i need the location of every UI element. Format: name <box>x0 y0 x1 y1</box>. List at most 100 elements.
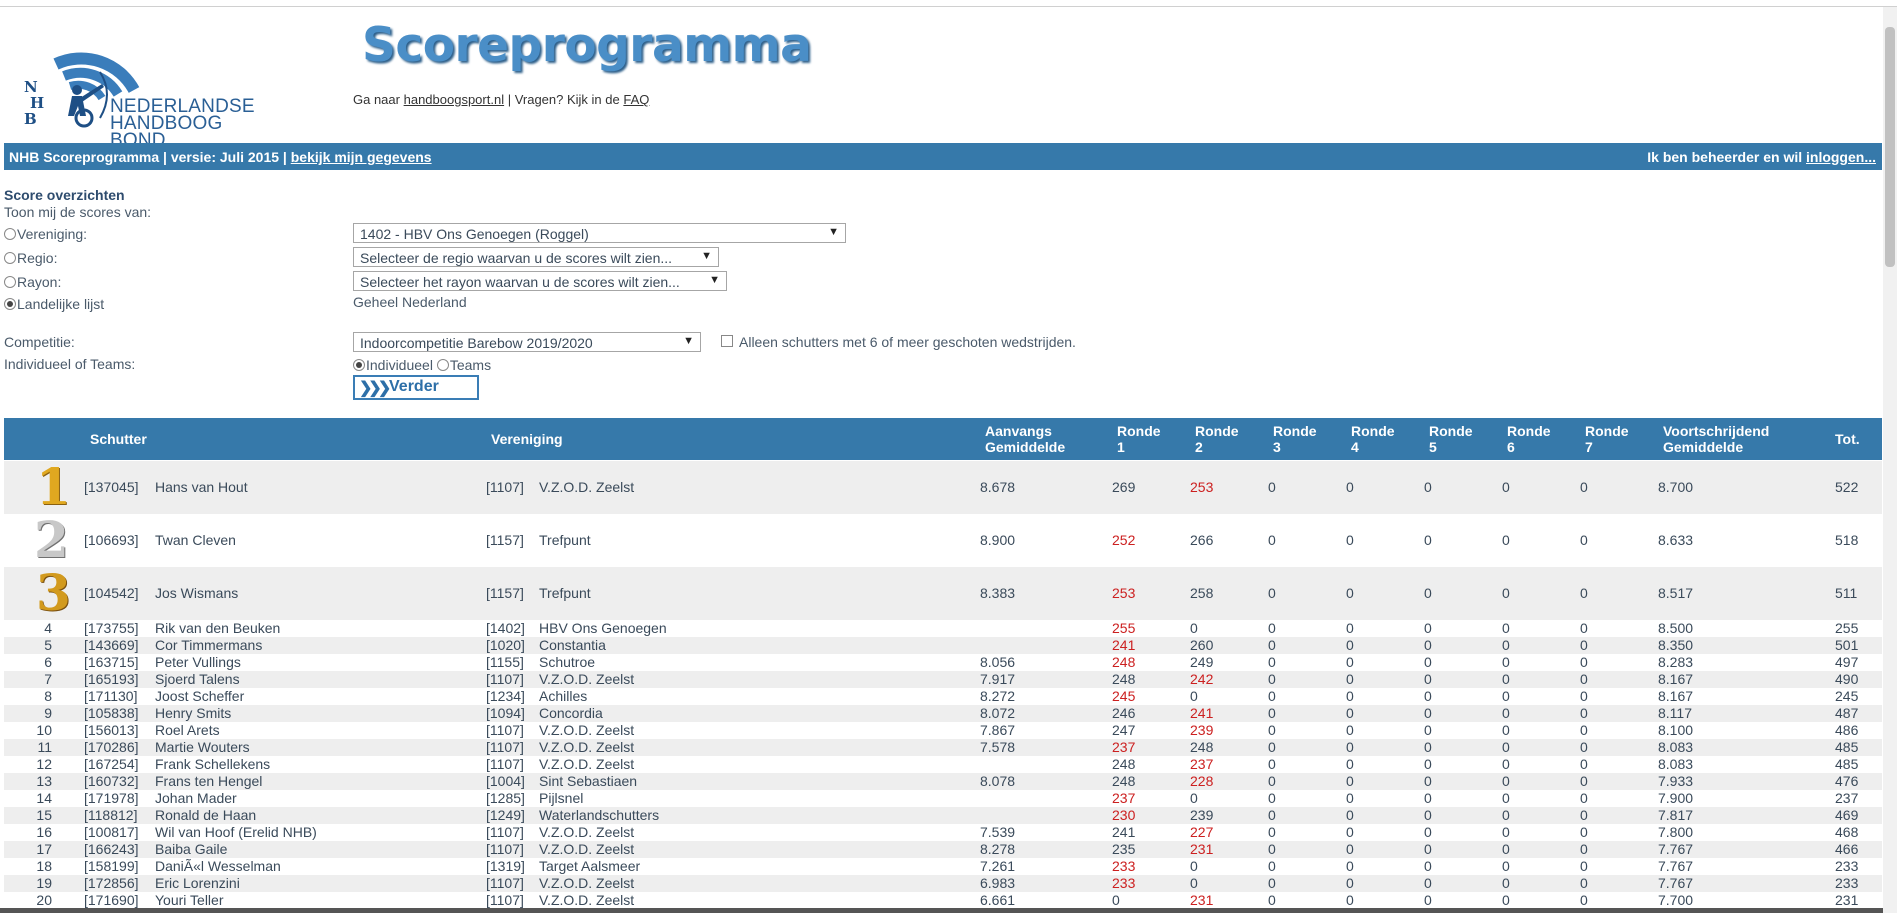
header-ronde-5[interactable]: Ronde 5 <box>1429 423 1473 455</box>
rank-cell: 12 <box>36 756 52 772</box>
club-name-cell[interactable]: V.Z.O.D. Zeelst <box>539 892 634 909</box>
ronde-7-cell: 0 <box>1580 790 1588 806</box>
min6-label: Alleen schutters met 6 of meer geschoten… <box>739 334 1076 350</box>
schutter-name-cell[interactable]: Baiba Gaile <box>155 841 227 858</box>
ronde-7-cell: 0 <box>1580 841 1588 857</box>
header-ronde-2[interactable]: Ronde 2 <box>1195 423 1239 455</box>
radio-teams[interactable] <box>436 359 449 371</box>
option-rayon[interactable]: Rayon: <box>4 274 61 290</box>
scrollbar-thumb[interactable] <box>1885 27 1895 267</box>
rank-cell: 7 <box>44 671 52 687</box>
schutter-name-cell[interactable]: Frank Schellekens <box>155 756 270 773</box>
header-aanvangs-gemiddelde[interactable]: Aanvangs Gemiddelde <box>985 423 1065 455</box>
handboogsport-link[interactable]: handboogsport.nl <box>404 92 504 107</box>
radio-regio[interactable] <box>4 252 16 264</box>
nhb-logo[interactable]: N H B NEDERLANDSE HANDBOOG BOND <box>22 24 255 150</box>
radio-rayon[interactable] <box>4 276 16 288</box>
radio-individueel[interactable] <box>353 359 365 371</box>
club-name-cell[interactable]: V.Z.O.D. Zeelst <box>539 479 634 495</box>
header-aanvang-line1: Aanvangs <box>985 423 1052 439</box>
schutter-name-cell[interactable]: Joost Scheffer <box>155 688 244 705</box>
ronde-1-cell: 248 <box>1112 671 1136 687</box>
header-ronde-label: Ronde <box>1585 423 1629 439</box>
schutter-name-cell[interactable]: Youri Teller <box>155 892 224 909</box>
club-name-cell[interactable]: V.Z.O.D. Zeelst <box>539 722 634 739</box>
club-name-cell[interactable]: Trefpunt <box>539 532 591 548</box>
min6-checkbox[interactable] <box>721 335 733 347</box>
header-voortschrijdend-gemiddelde[interactable]: Voortschrijdend Gemiddelde <box>1663 423 1769 455</box>
club-name-cell[interactable]: Concordia <box>539 705 603 722</box>
ronde-1-cell: 233 <box>1112 858 1136 874</box>
radio-landelijk[interactable] <box>4 298 16 310</box>
schutter-name-cell[interactable]: Twan Cleven <box>155 532 236 548</box>
header-ronde-label: Ronde <box>1273 423 1317 439</box>
schutter-name-cell[interactable]: Eric Lorenzini <box>155 875 240 892</box>
radio-vereniging[interactable] <box>4 228 16 240</box>
header-totaal[interactable]: Tot. <box>1835 431 1860 447</box>
select-rayon[interactable]: Selecteer het rayon waarvan u de scores … <box>353 271 727 291</box>
club-name-cell[interactable]: V.Z.O.D. Zeelst <box>539 739 634 756</box>
header-ronde-3[interactable]: Ronde 3 <box>1273 423 1317 455</box>
schutter-name-cell[interactable]: Roel Arets <box>155 722 220 739</box>
ronde-5-cell: 0 <box>1424 824 1432 840</box>
schutter-name-cell[interactable]: Martie Wouters <box>155 739 250 756</box>
option-vereniging[interactable]: Vereniging: <box>4 226 87 242</box>
option-regio[interactable]: Regio: <box>4 250 57 266</box>
ronde-7-cell: 0 <box>1580 756 1588 772</box>
header-ronde-4[interactable]: Ronde 4 <box>1351 423 1395 455</box>
schutter-name-cell[interactable]: Hans van Hout <box>155 479 248 495</box>
club-name-cell[interactable]: Sint Sebastiaen <box>539 773 637 790</box>
option-landelijk[interactable]: Landelijke lijst <box>4 296 104 312</box>
ronde-3-cell: 0 <box>1268 858 1276 874</box>
schutter-id-cell: [173755] <box>84 620 139 636</box>
club-name-cell[interactable]: Schutroe <box>539 654 595 671</box>
schutter-name-cell[interactable]: Peter Vullings <box>155 654 241 671</box>
header-ronde-6[interactable]: Ronde 6 <box>1507 423 1551 455</box>
ronde-3-cell: 0 <box>1268 688 1276 704</box>
schutter-name-cell[interactable]: Cor Timmermans <box>155 637 262 654</box>
rank-cell: 6 <box>44 654 52 670</box>
club-name-cell[interactable]: V.Z.O.D. Zeelst <box>539 756 634 773</box>
schutter-name-cell[interactable]: Henry Smits <box>155 705 231 722</box>
schutter-name-cell[interactable]: DaniÃ«l Wesselman <box>155 858 281 875</box>
schutter-name-cell[interactable]: Sjoerd Talens <box>155 671 240 688</box>
header-schutter[interactable]: Schutter <box>90 431 147 447</box>
club-name-cell[interactable]: HBV Ons Genoegen <box>539 620 667 637</box>
select-competition[interactable]: Indoorcompetitie Barebow 2019/2020 ▼ <box>353 332 701 352</box>
club-name-cell[interactable]: Achilles <box>539 688 587 705</box>
faq-link[interactable]: FAQ <box>623 92 649 107</box>
club-name-cell[interactable]: Waterlandschutters <box>539 807 659 824</box>
select-vereniging[interactable]: 1402 - HBV Ons Genoegen (Roggel) ▼ <box>353 223 846 243</box>
schutter-name-cell[interactable]: Ronald de Haan <box>155 807 256 824</box>
ronde-5-cell: 0 <box>1424 637 1432 653</box>
club-name-cell[interactable]: V.Z.O.D. Zeelst <box>539 824 634 841</box>
schutter-name-cell[interactable]: Johan Mader <box>155 790 237 807</box>
club-name-cell[interactable]: Target Aalsmeer <box>539 858 640 875</box>
login-link[interactable]: inloggen... <box>1806 149 1876 165</box>
header-ronde-7[interactable]: Ronde 7 <box>1585 423 1629 455</box>
club-name-cell[interactable]: V.Z.O.D. Zeelst <box>539 841 634 858</box>
schutter-name-cell[interactable]: Rik van den Beuken <box>155 620 280 637</box>
club-name-cell[interactable]: Trefpunt <box>539 585 591 601</box>
club-name-cell[interactable]: V.Z.O.D. Zeelst <box>539 875 634 892</box>
totaal-cell: 469 <box>1835 807 1859 823</box>
ronde-1-cell: 248 <box>1112 654 1136 670</box>
schutter-name-cell[interactable]: Frans ten Hengel <box>155 773 262 790</box>
header-vereniging[interactable]: Vereniging <box>491 431 563 447</box>
header-ronde-1[interactable]: Ronde 1 <box>1117 423 1161 455</box>
ronde-2-cell: 227 <box>1190 824 1214 840</box>
schutter-name-cell[interactable]: Wil van Hoof (Erelid NHB) <box>155 824 317 841</box>
club-name-cell[interactable]: Pijlsnel <box>539 790 583 807</box>
club-name-cell[interactable]: Constantia <box>539 637 606 654</box>
ronde-7-cell: 0 <box>1580 824 1588 840</box>
my-details-link[interactable]: bekijk mijn gegevens <box>291 149 432 165</box>
option-individueel[interactable]: Individueel <box>353 357 433 373</box>
header-voort-line2: Gemiddelde <box>1663 439 1744 455</box>
vertical-scrollbar[interactable] <box>1883 7 1897 913</box>
club-name-cell[interactable]: V.Z.O.D. Zeelst <box>539 671 634 688</box>
select-regio[interactable]: Selecteer de regio waarvan u de scores w… <box>353 247 719 267</box>
verder-button[interactable]: ❯❯❯ Verder <box>353 375 479 400</box>
schutter-name-cell[interactable]: Jos Wismans <box>155 585 238 601</box>
min6-option[interactable]: Alleen schutters met 6 of meer geschoten… <box>721 334 1076 350</box>
option-teams[interactable]: Teams <box>436 357 491 373</box>
